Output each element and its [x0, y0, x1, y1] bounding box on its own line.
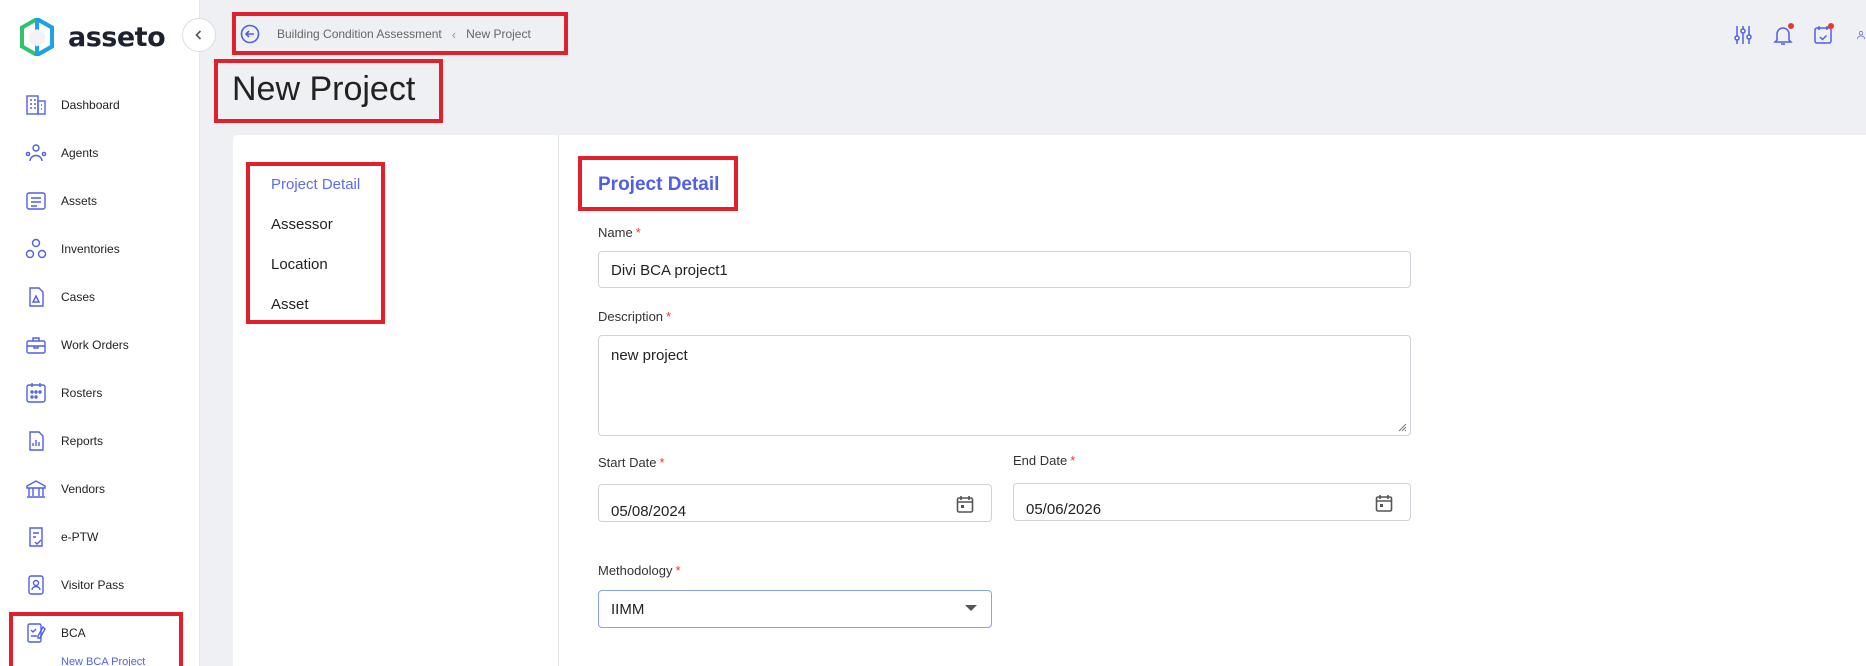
description-label: Description * [598, 309, 671, 324]
notification-badge [1788, 23, 1794, 29]
start-date-value: 05/08/2024 [611, 503, 687, 520]
methodology-label-text: Methodology [598, 563, 673, 578]
sidebar-item-agents[interactable]: Agents [24, 138, 98, 168]
description-value: new project [611, 347, 688, 364]
sidebar-item-label: e-PTW [61, 530, 99, 544]
logo-text: asseto [68, 21, 166, 53]
end-date-value: 05/06/2026 [1026, 501, 1102, 518]
start-date-input[interactable]: 05/08/2024 [598, 484, 992, 522]
topbar-actions [1716, 22, 1866, 48]
visitor-pass-icon [28, 575, 44, 595]
tasks-badge [1828, 23, 1834, 29]
name-label: Name * [598, 225, 641, 240]
methodology-value: IIMM [611, 601, 645, 618]
breadcrumb: Building Condition Assessment ‹ New Proj… [240, 24, 531, 44]
breadcrumb-parent-link[interactable]: Building Condition Assessment [277, 27, 442, 41]
required-marker: * [666, 309, 672, 324]
tab-project-detail[interactable]: Project Detail [271, 176, 360, 193]
vendors-icon [26, 480, 46, 498]
sidebar-item-label: Assets [61, 194, 98, 208]
end-date-input[interactable]: 05/06/2026 [1013, 483, 1411, 521]
sidebar-item-assets[interactable]: Assets [24, 186, 97, 216]
description-textarea[interactable]: new project [598, 335, 1411, 436]
sidebar-item-label: Work Orders [61, 338, 129, 352]
dropdown-caret-icon [965, 605, 977, 611]
sidebar-item-rosters[interactable]: Rosters [24, 378, 102, 408]
card-divider [558, 135, 559, 666]
start-date-label: Start Date * [598, 455, 665, 470]
tab-assessor[interactable]: Assessor [271, 216, 333, 233]
eptw-icon [29, 527, 43, 547]
sidebar-subitem-new-bca-project[interactable]: New BCA Project [61, 656, 145, 666]
filter-sliders-icon [1734, 26, 1752, 44]
sidebar-item-label: Reports [61, 434, 104, 448]
sidebar-item-bca[interactable]: BCA [24, 618, 86, 648]
required-marker: * [635, 225, 641, 240]
sidebar-item-work-orders[interactable]: Work Orders [24, 330, 129, 360]
sidebar-item-label: Cases [61, 290, 96, 304]
logo[interactable]: asseto [20, 18, 166, 56]
rosters-icon [26, 383, 46, 403]
sidebar-item-label: BCA [61, 626, 86, 640]
methodology-label: Methodology * [598, 563, 681, 578]
required-marker: * [675, 563, 681, 578]
sidebar-item-cases[interactable]: Cases [24, 282, 95, 312]
assets-icon [26, 192, 46, 210]
tasks-button[interactable] [1810, 22, 1836, 48]
name-label-text: Name [598, 225, 633, 240]
required-marker: * [1070, 453, 1076, 468]
chevron-left-icon [195, 30, 202, 40]
sidebar-item-inventories[interactable]: Inventories [24, 234, 120, 264]
sidebar-item-visitor-pass[interactable]: Visitor Pass [24, 570, 124, 600]
cases-icon [29, 287, 44, 307]
reports-icon [29, 431, 44, 451]
sidebar-item-label: Visitor Pass [61, 578, 125, 592]
building-icon [26, 95, 46, 115]
notifications-button[interactable] [1770, 22, 1796, 48]
section-title: Project Detail [598, 174, 720, 195]
page-title: New Project [232, 70, 416, 108]
asseto-logo-icon [20, 18, 54, 56]
sidebar-collapse-button[interactable] [182, 18, 216, 52]
sidebar-item-dashboard[interactable]: Dashboard [24, 90, 120, 120]
sidebar-item-label: Rosters [61, 386, 103, 400]
sidebar-item-label: Agents [61, 146, 99, 160]
required-marker: * [659, 455, 665, 470]
sidebar-item-eptw[interactable]: e-PTW [24, 522, 98, 552]
agents-icon [25, 144, 47, 162]
inventories-icon [25, 238, 47, 259]
resize-grip-icon[interactable] [1397, 422, 1407, 432]
name-input[interactable]: Divi BCA project1 [598, 251, 1411, 288]
start-date-label-text: Start Date [598, 455, 657, 470]
description-label-text: Description [598, 309, 664, 324]
back-arrow-icon[interactable] [240, 24, 260, 44]
tab-asset[interactable]: Asset [271, 296, 309, 313]
end-date-label-text: End Date [1013, 453, 1068, 468]
sidebar-item-label: Dashboard [61, 98, 120, 112]
sidebar-item-vendors[interactable]: Vendors [24, 474, 105, 504]
toolbox-icon [26, 337, 46, 354]
end-date-label: End Date * [1013, 453, 1075, 468]
methodology-select[interactable]: IIMM [598, 590, 992, 628]
user-menu-button[interactable] [1850, 22, 1866, 48]
sidebar-item-label: Inventories [61, 242, 120, 256]
sidebar: asseto Dashboard Agents Assets Inventori… [0, 0, 200, 666]
calendar-icon[interactable] [955, 494, 975, 514]
name-value: Divi BCA project1 [611, 262, 728, 279]
sidebar-item-reports[interactable]: Reports [24, 426, 103, 456]
filter-settings-button[interactable] [1730, 22, 1756, 48]
tab-location[interactable]: Location [271, 256, 328, 273]
sidebar-item-label: Vendors [61, 482, 106, 496]
calendar-icon[interactable] [1374, 493, 1394, 513]
user-icon [1857, 31, 1865, 40]
bca-icon [27, 623, 46, 643]
breadcrumb-current: New Project [466, 27, 531, 41]
breadcrumb-separator-icon: ‹ [451, 26, 457, 42]
